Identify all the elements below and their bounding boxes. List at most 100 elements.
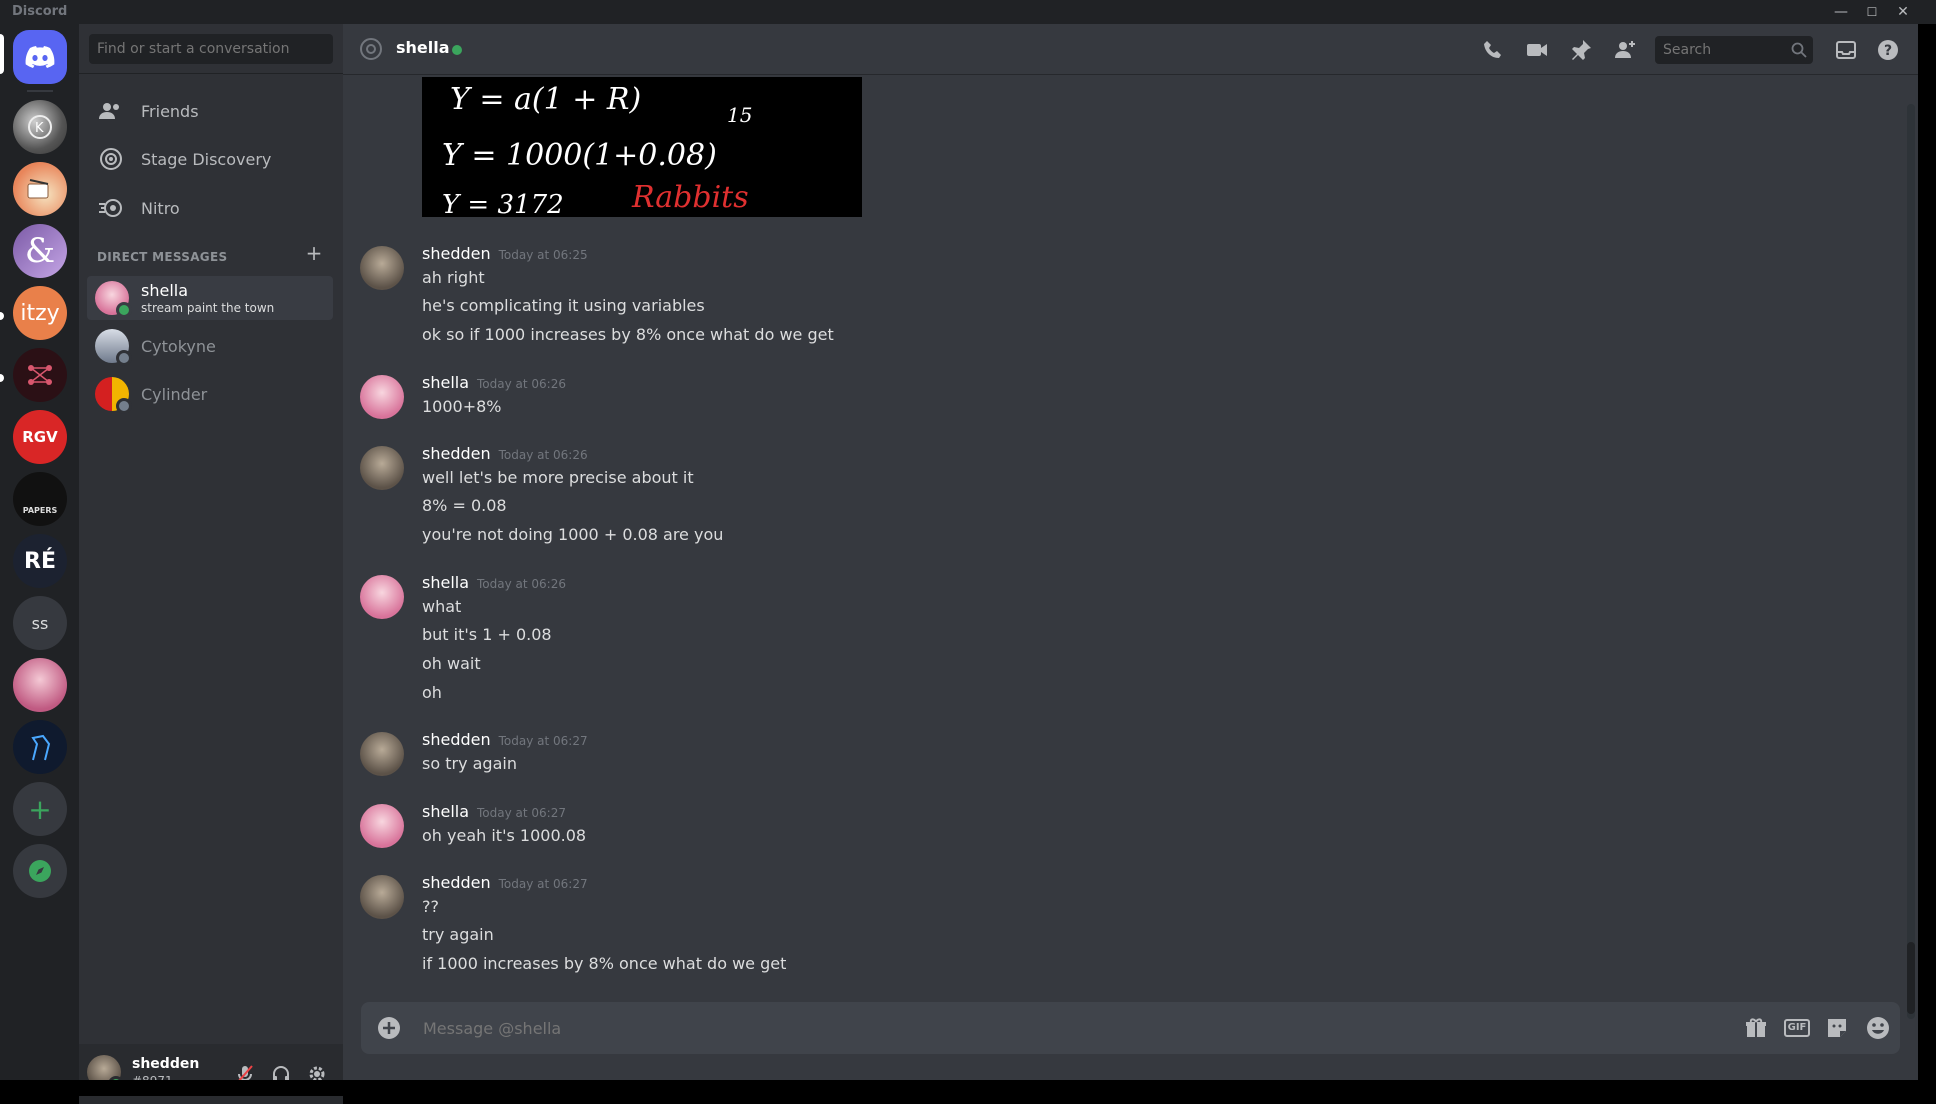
equation-line-3: Y = 3172: [442, 190, 564, 217]
user-name: shedden: [132, 1056, 200, 1072]
message-composer: GIF: [361, 1002, 1900, 1054]
message-text: but it's 1 + 0.08: [422, 625, 552, 644]
equation-line-2: Y = 1000(1+0.08): [442, 138, 717, 173]
avatar[interactable]: [360, 446, 404, 490]
image-attachment[interactable]: Y = a(1 + R) 15 Y = 1000(1+0.08) Y = 317…: [422, 77, 862, 217]
start-voice-call-button[interactable]: [1480, 37, 1506, 63]
message-input[interactable]: [423, 1012, 1723, 1044]
unread-indicator-2: [0, 374, 4, 382]
sticker-button[interactable]: [1823, 1014, 1851, 1042]
avatar: [95, 329, 132, 366]
message-text: he's complicating it using variables: [422, 296, 705, 315]
message-timestamp: Today at 06:26: [498, 448, 588, 462]
gift-button[interactable]: [1742, 1014, 1770, 1042]
unread-indicator: [0, 312, 4, 320]
message-author[interactable]: shella: [422, 573, 469, 592]
server-icon-2[interactable]: [13, 162, 67, 216]
cup-icon: [27, 179, 49, 199]
maximize-button[interactable]: ☐: [1858, 2, 1886, 22]
message-timestamp: Today at 06:26: [477, 377, 566, 391]
dm-item-cylinder[interactable]: Cylinder: [87, 372, 333, 416]
message-text: try again: [422, 925, 494, 944]
avatar[interactable]: [360, 375, 404, 419]
svg-text:?: ?: [1884, 43, 1892, 59]
server-icon-11[interactable]: [13, 658, 67, 712]
nav-friends-label: Friends: [141, 101, 199, 121]
server-icon-papers[interactable]: PAPERS: [13, 472, 67, 526]
inbox-icon: [1836, 41, 1856, 59]
nav-nitro-label: Nitro: [141, 198, 180, 218]
server-icon-12[interactable]: [13, 720, 67, 774]
server-icon-5[interactable]: [13, 348, 67, 402]
avatar[interactable]: [360, 246, 404, 290]
title-bar: Discord — ☐ ✕: [0, 0, 1936, 24]
gif-button[interactable]: GIF: [1783, 1014, 1811, 1042]
dm-status-text: stream paint the town: [141, 301, 275, 315]
message-author[interactable]: shedden: [422, 244, 491, 263]
taskbar-edge: [0, 1080, 1936, 1096]
home-button[interactable]: [13, 30, 67, 84]
message-author[interactable]: shella: [422, 373, 469, 392]
server-re-label: RÉ: [24, 548, 56, 574]
avatar[interactable]: [360, 875, 404, 919]
message-header: shella Today at 06:26: [422, 573, 566, 592]
selected-indicator: [0, 34, 4, 74]
dm-item-cytokyne[interactable]: Cytokyne: [87, 324, 333, 368]
message-author[interactable]: shedden: [422, 730, 491, 749]
chat-search-input[interactable]: [1655, 36, 1813, 64]
friends-icon: [95, 95, 127, 127]
message-author[interactable]: shedden: [422, 444, 491, 463]
divider: [79, 73, 343, 74]
upload-plus-icon[interactable]: [377, 1016, 401, 1040]
pin-icon: [1572, 40, 1591, 60]
message-timestamp: Today at 06:26: [477, 577, 566, 591]
chat-area: shella ? Y = a(1 + R) 15 Y = 1000(1+0.08…: [343, 24, 1918, 1080]
direct-messages-sidebar: Friends Stage Discovery Nitro DIRECT MES…: [79, 24, 343, 1104]
status-offline-icon: [116, 350, 132, 366]
server-icon-itzy[interactable]: itzy: [13, 286, 67, 340]
scrollbar-thumb[interactable]: [1907, 942, 1915, 1014]
message-author[interactable]: shella: [422, 802, 469, 821]
scrollbar-track[interactable]: [1907, 104, 1915, 1019]
server-icon-1[interactable]: K: [13, 100, 67, 154]
nav-stage-discovery[interactable]: Stage Discovery: [87, 138, 333, 180]
server-icon-3[interactable]: &: [13, 224, 67, 278]
server-icon-rgv[interactable]: RGV: [13, 410, 67, 464]
stage-icon: [95, 143, 127, 175]
gif-icon: GIF: [1783, 1019, 1811, 1037]
avatar[interactable]: [360, 575, 404, 619]
avatar[interactable]: [360, 732, 404, 776]
dm-search-input[interactable]: [89, 34, 333, 64]
server-rgv-label: RGV: [22, 428, 58, 446]
nav-nitro[interactable]: Nitro: [87, 187, 333, 229]
message-header: shedden Today at 06:25: [422, 244, 588, 263]
minimize-button[interactable]: —: [1827, 2, 1855, 22]
pinned-messages-button[interactable]: [1568, 37, 1594, 63]
explore-servers-button[interactable]: [13, 844, 67, 898]
add-user-icon: [1615, 41, 1635, 58]
message-timestamp: Today at 06:27: [498, 734, 588, 748]
add-server-icon: +: [28, 792, 52, 826]
add-friends-to-dm-button[interactable]: [1612, 37, 1638, 63]
avatar[interactable]: [360, 804, 404, 848]
help-button[interactable]: ?: [1875, 37, 1901, 63]
dm-section-heading: DIRECT MESSAGES: [97, 250, 228, 264]
add-server-button[interactable]: +: [13, 782, 67, 836]
search-icon: [1791, 42, 1807, 58]
equation-line-1: Y = a(1 + R): [450, 82, 641, 117]
message-header: shedden Today at 06:26: [422, 444, 588, 463]
dm-item-shella[interactable]: shella stream paint the town: [87, 276, 333, 320]
inbox-button[interactable]: [1833, 37, 1859, 63]
message-author[interactable]: shedden: [422, 873, 491, 892]
sticker-icon: [1828, 1019, 1846, 1037]
server-icon-ss[interactable]: ss: [13, 596, 67, 650]
emoji-button[interactable]: [1864, 1014, 1892, 1042]
chat-header: shella ?: [343, 24, 1918, 75]
nav-friends[interactable]: Friends: [87, 90, 333, 132]
create-dm-button[interactable]: +: [304, 243, 324, 263]
start-video-call-button[interactable]: [1524, 37, 1550, 63]
message-text: ah right: [422, 268, 485, 287]
close-button[interactable]: ✕: [1889, 2, 1917, 22]
server-icon-re[interactable]: RÉ: [13, 534, 67, 588]
message-timestamp: Today at 06:27: [498, 877, 588, 891]
